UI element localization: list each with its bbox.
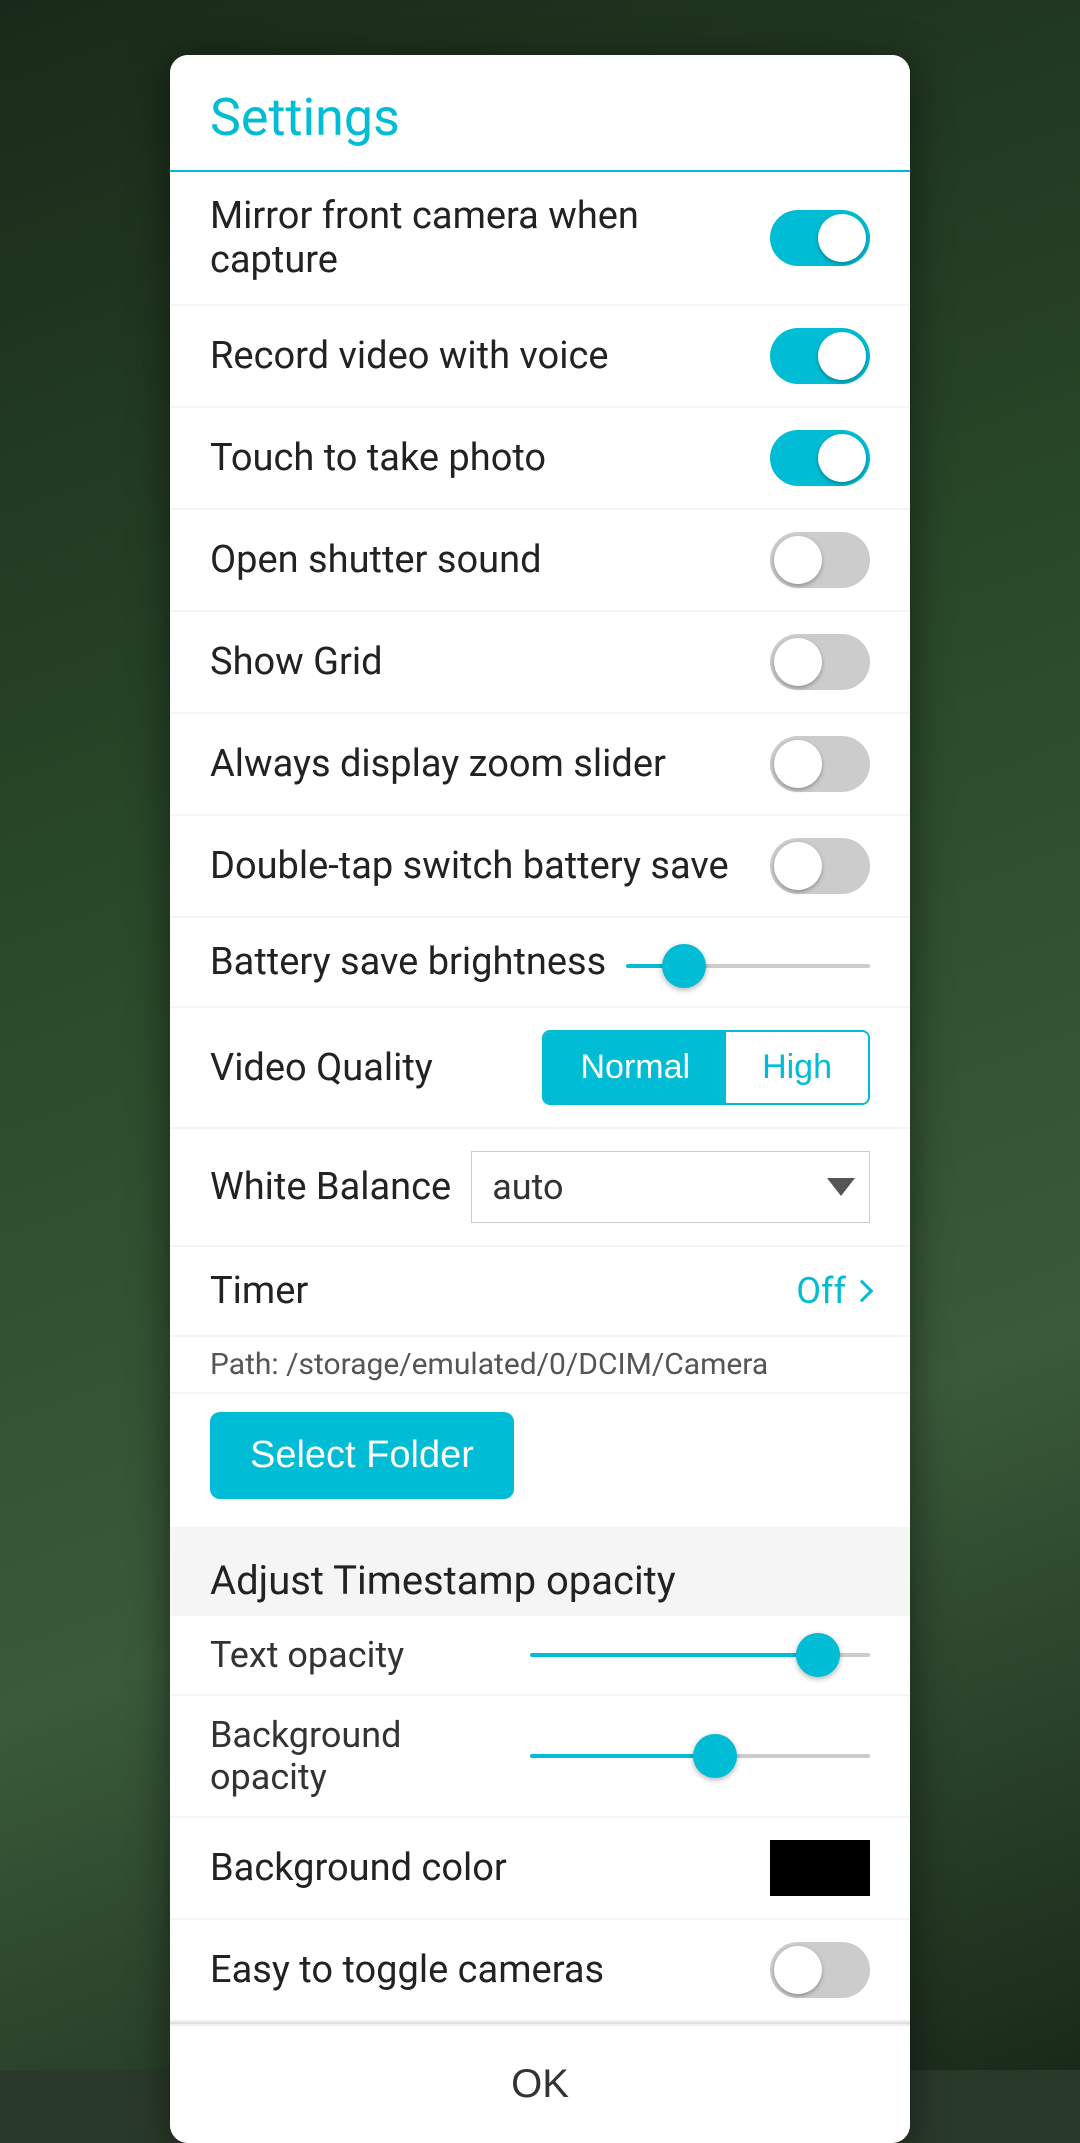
open-shutter-sound-label: Open shutter sound bbox=[210, 538, 542, 582]
double-tap-battery-toggle[interactable] bbox=[770, 838, 870, 894]
timer-row[interactable]: Timer Off bbox=[170, 1247, 910, 1335]
easy-toggle-cameras-label: Easy to toggle cameras bbox=[210, 1948, 604, 1992]
mirror-front-camera-row: Mirror front camera when capture bbox=[170, 172, 910, 304]
ok-button[interactable]: OK bbox=[210, 2052, 870, 2117]
white-balance-label: White Balance bbox=[210, 1165, 451, 1209]
battery-brightness-row: Battery save brightness bbox=[170, 918, 910, 1006]
path-text: Path: /storage/emulated/0/DCIM/Camera bbox=[210, 1347, 768, 1382]
show-grid-slider bbox=[770, 634, 870, 690]
dialog-footer: OK bbox=[170, 2026, 910, 2143]
text-opacity-row: Text opacity bbox=[170, 1616, 910, 1694]
background-opacity-label: Background opacity bbox=[210, 1714, 510, 1798]
background-color-label: Background color bbox=[210, 1846, 507, 1890]
double-tap-battery-row: Double-tap switch battery save bbox=[170, 816, 910, 916]
battery-brightness-label: Battery save brightness bbox=[210, 940, 606, 984]
double-tap-battery-label: Double-tap switch battery save bbox=[210, 844, 729, 888]
white-balance-text: auto bbox=[492, 1166, 563, 1208]
text-opacity-slider[interactable] bbox=[530, 1653, 870, 1657]
select-folder-row: Select Folder bbox=[170, 1394, 910, 1527]
timer-value-text: Off bbox=[796, 1270, 846, 1312]
show-grid-row: Show Grid bbox=[170, 612, 910, 712]
always-display-zoom-row: Always display zoom slider bbox=[170, 714, 910, 814]
record-video-voice-row: Record video with voice bbox=[170, 306, 910, 406]
background-opacity-slider[interactable] bbox=[530, 1754, 870, 1758]
show-grid-toggle[interactable] bbox=[770, 634, 870, 690]
mirror-front-camera-toggle[interactable] bbox=[770, 210, 870, 266]
timer-label: Timer bbox=[210, 1269, 308, 1313]
footer-separator bbox=[170, 2022, 910, 2024]
open-shutter-sound-toggle[interactable] bbox=[770, 532, 870, 588]
easy-toggle-cameras-slider bbox=[770, 1942, 870, 1998]
timer-chevron-icon bbox=[851, 1280, 874, 1303]
easy-toggle-cameras-row: Easy to toggle cameras bbox=[170, 1920, 910, 2020]
open-shutter-sound-slider bbox=[770, 532, 870, 588]
video-quality-label: Video Quality bbox=[210, 1046, 433, 1090]
select-folder-button[interactable]: Select Folder bbox=[210, 1412, 514, 1499]
mirror-front-camera-label: Mirror front camera when capture bbox=[210, 194, 770, 282]
white-balance-row: White Balance auto bbox=[170, 1129, 910, 1245]
dialog-header: Settings bbox=[170, 55, 910, 172]
touch-to-take-photo-toggle[interactable] bbox=[770, 430, 870, 486]
timer-value-container: Off bbox=[796, 1270, 870, 1312]
background-color-row: Background color bbox=[170, 1818, 910, 1918]
battery-brightness-slider-container bbox=[626, 953, 870, 972]
double-tap-battery-slider bbox=[770, 838, 870, 894]
timestamp-section-label: Adjust Timestamp opacity bbox=[210, 1557, 676, 1604]
always-display-zoom-toggle[interactable] bbox=[770, 736, 870, 792]
white-balance-dropdown[interactable]: auto bbox=[471, 1151, 870, 1223]
touch-to-take-photo-row: Touch to take photo bbox=[170, 408, 910, 508]
white-balance-value[interactable]: auto bbox=[471, 1151, 870, 1223]
easy-toggle-cameras-toggle[interactable] bbox=[770, 1942, 870, 1998]
mirror-front-camera-slider bbox=[770, 210, 870, 266]
touch-to-take-photo-label: Touch to take photo bbox=[210, 436, 546, 480]
white-balance-arrow-icon bbox=[827, 1178, 855, 1196]
battery-brightness-slider[interactable] bbox=[626, 964, 870, 968]
video-quality-normal-button[interactable]: Normal bbox=[544, 1032, 726, 1103]
record-video-voice-toggle[interactable] bbox=[770, 328, 870, 384]
background-color-swatch[interactable] bbox=[770, 1840, 870, 1896]
record-video-voice-slider bbox=[770, 328, 870, 384]
video-quality-high-button[interactable]: High bbox=[726, 1032, 868, 1103]
path-row: Path: /storage/emulated/0/DCIM/Camera bbox=[170, 1337, 910, 1392]
touch-to-take-photo-slider bbox=[770, 430, 870, 486]
always-display-zoom-slider bbox=[770, 736, 870, 792]
always-display-zoom-label: Always display zoom slider bbox=[210, 742, 666, 786]
show-grid-label: Show Grid bbox=[210, 640, 383, 684]
video-quality-row: Video Quality Normal High bbox=[170, 1008, 910, 1127]
text-opacity-label: Text opacity bbox=[210, 1634, 510, 1676]
settings-dialog: Settings Mirror front camera when captur… bbox=[170, 55, 910, 2143]
dialog-title: Settings bbox=[210, 87, 400, 148]
record-video-voice-label: Record video with voice bbox=[210, 334, 609, 378]
timestamp-section-row: Adjust Timestamp opacity bbox=[170, 1529, 910, 1616]
video-quality-buttons: Normal High bbox=[542, 1030, 870, 1105]
settings-list: Mirror front camera when capture Record … bbox=[170, 172, 910, 2020]
background-opacity-row: Background opacity bbox=[170, 1696, 910, 1816]
open-shutter-sound-row: Open shutter sound bbox=[170, 510, 910, 610]
